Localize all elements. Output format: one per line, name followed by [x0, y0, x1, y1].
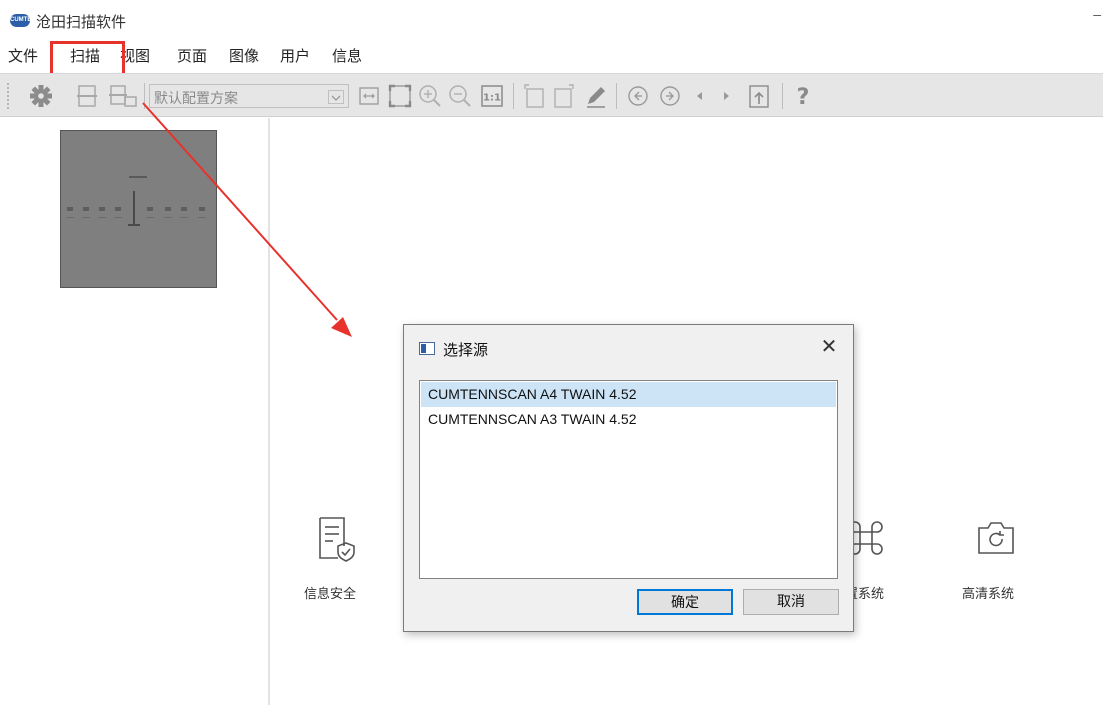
window-title: 沧田扫描软件 [36, 14, 127, 31]
window-icon [419, 342, 435, 355]
menu-image[interactable]: 图像 [229, 44, 259, 70]
zoom-out-icon[interactable] [446, 82, 474, 110]
document-shield-icon[interactable] [316, 516, 358, 562]
profile-select-value: 默认配置方案 [154, 90, 238, 106]
toolbar: 默认配置方案 1:1 ? [0, 73, 1103, 117]
minimize-button[interactable]: – [1093, 6, 1101, 22]
ok-button[interactable]: 确定 [637, 589, 733, 615]
menu-user[interactable]: 用户 [280, 44, 310, 70]
profile-select[interactable]: 默认配置方案 [149, 84, 349, 108]
feature-label-info-security: 信息安全 [304, 586, 357, 601]
edit-pencil-icon[interactable] [582, 82, 610, 110]
source-item-a3[interactable]: CUMTENNSCAN A3 TWAIN 4.52 [421, 407, 836, 432]
fit-page-icon[interactable] [386, 82, 414, 110]
toolbar-separator [513, 83, 514, 109]
toolbar-separator [782, 83, 783, 109]
page-thumbnail[interactable] [60, 130, 217, 288]
svg-text:1:1: 1:1 [483, 93, 501, 104]
cancel-button[interactable]: 取消 [743, 589, 839, 615]
help-icon[interactable]: ? [790, 82, 816, 110]
export-icon[interactable] [744, 82, 774, 110]
triangle-right-icon[interactable] [714, 82, 738, 110]
thumbnail-pane [0, 118, 270, 705]
thumbnail-preview-illustration [66, 176, 206, 226]
menu-page[interactable]: 页面 [177, 44, 207, 70]
rotate-left-icon[interactable] [520, 82, 548, 110]
menu-info[interactable]: 信息 [332, 44, 362, 70]
toolbar-grip[interactable] [6, 82, 10, 110]
settings-gear-icon[interactable] [26, 82, 56, 110]
rotate-right-icon[interactable] [550, 82, 578, 110]
previous-page-icon[interactable] [624, 82, 652, 110]
svg-text:?: ? [797, 85, 810, 110]
dialog-title: 选择源 [443, 342, 489, 359]
scan-icon[interactable] [72, 82, 102, 110]
fit-width-icon[interactable] [356, 82, 382, 110]
batch-scan-icon[interactable] [106, 82, 140, 110]
triangle-left-icon[interactable] [688, 82, 712, 110]
zoom-in-icon[interactable] [416, 82, 444, 110]
source-item-a4[interactable]: CUMTENNSCAN A4 TWAIN 4.52 [421, 382, 836, 407]
select-source-dialog: 选择源 ✕ CUMTENNSCAN A4 TWAIN 4.52 CUMTENNS… [403, 324, 854, 632]
close-icon[interactable]: ✕ [815, 333, 843, 361]
feature-label-hd-system: 高清系统 [962, 586, 1015, 601]
toolbar-separator [144, 83, 145, 109]
source-list[interactable]: CUMTENNSCAN A4 TWAIN 4.52 CUMTENNSCAN A3… [419, 380, 838, 579]
app-logo: CUMTENN [10, 14, 40, 27]
menu-file[interactable]: 文件 [8, 44, 38, 70]
camera-icon[interactable] [976, 520, 1016, 556]
toolbar-separator [616, 83, 617, 109]
actual-size-icon[interactable]: 1:1 [478, 82, 506, 110]
title-bar: CUMTENN 沧田扫描软件 – [0, 0, 1103, 40]
next-page-icon[interactable] [656, 82, 684, 110]
chevron-down-icon [328, 90, 344, 104]
